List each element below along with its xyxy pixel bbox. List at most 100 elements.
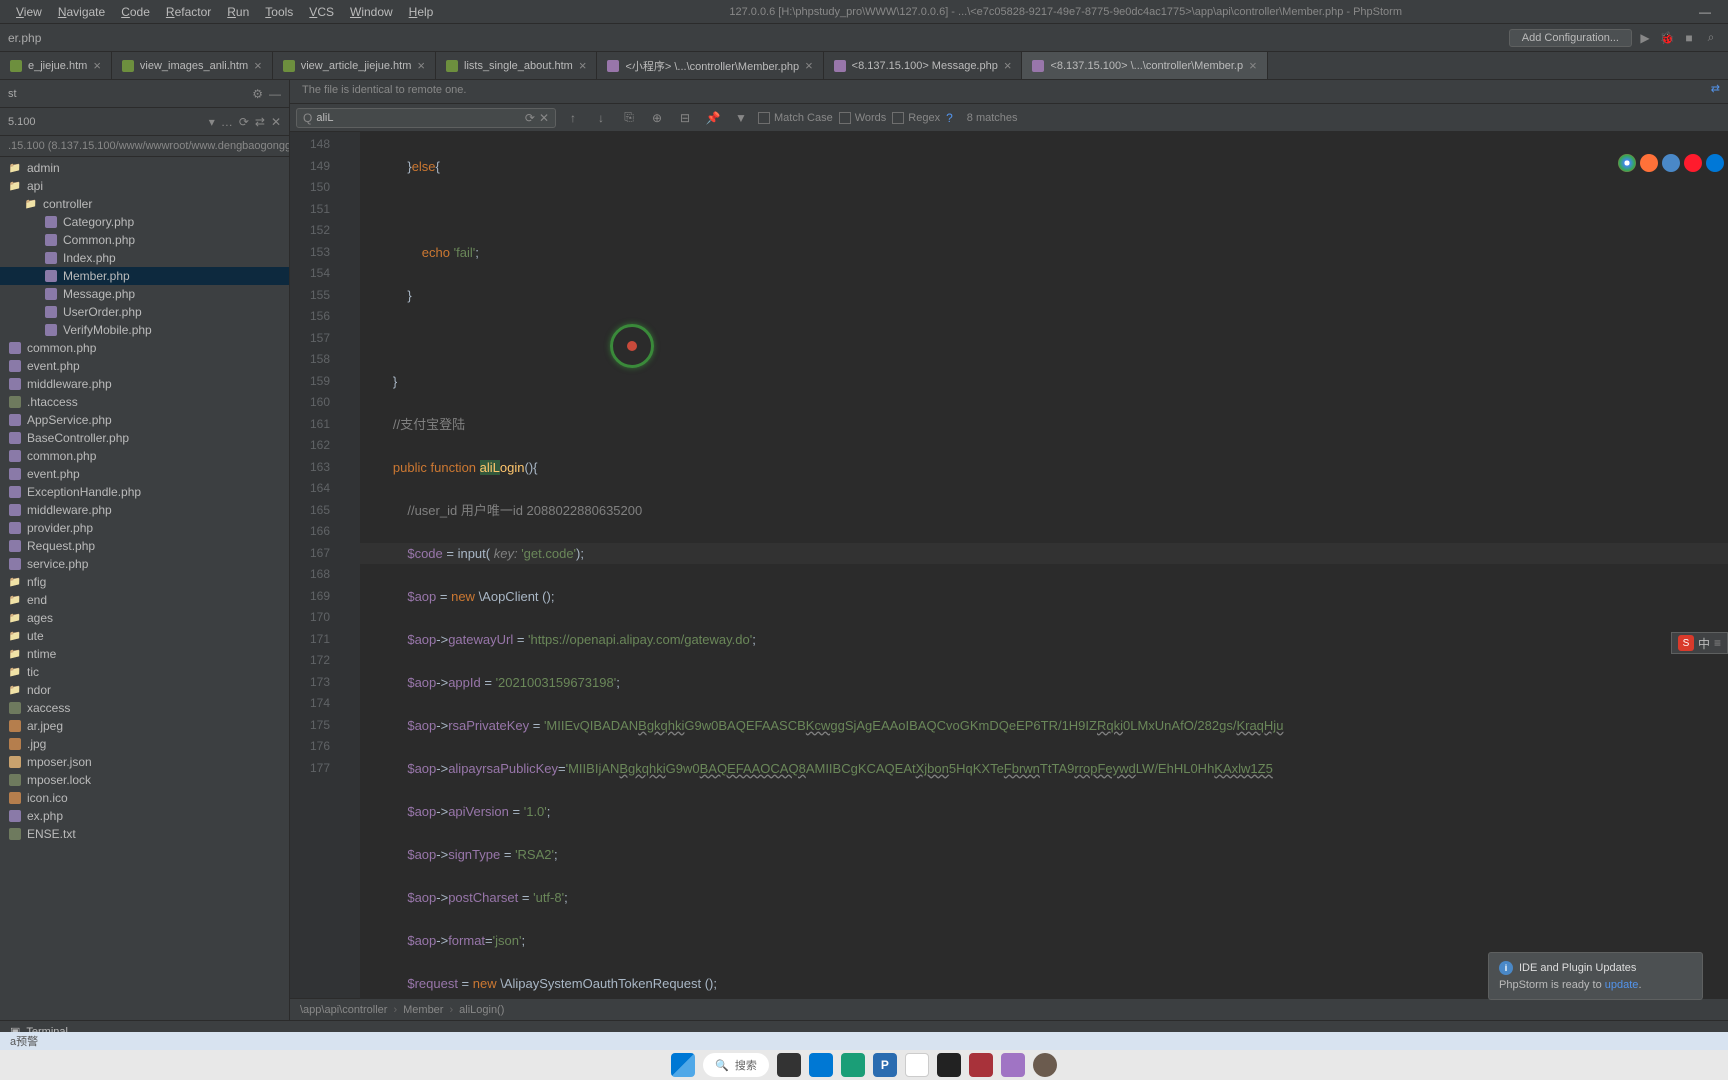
editor-tab[interactable]: e_jiejue.htm× xyxy=(0,52,112,79)
debug-icon[interactable]: 🐞 xyxy=(1658,29,1676,47)
tree-item[interactable]: api xyxy=(0,177,289,195)
app-icon[interactable] xyxy=(969,1053,993,1077)
tree-item[interactable]: ExceptionHandle.php xyxy=(0,483,289,501)
tree-item[interactable]: Member.php xyxy=(0,267,289,285)
tree-item[interactable]: middleware.php xyxy=(0,501,289,519)
next-match-icon[interactable]: ↓ xyxy=(590,111,612,125)
task-view-icon[interactable] xyxy=(777,1053,801,1077)
taskbar-search[interactable]: 🔍 搜索 xyxy=(703,1053,769,1077)
menu-item-vcs[interactable]: VCS xyxy=(301,5,342,19)
ime-menu-icon[interactable]: ≡ xyxy=(1714,636,1721,650)
chrome-taskbar-icon[interactable] xyxy=(905,1053,929,1077)
add-selection-icon[interactable]: ⊕ xyxy=(646,111,668,125)
tree-item[interactable]: tic xyxy=(0,663,289,681)
tree-item[interactable]: .htaccess xyxy=(0,393,289,411)
sidebar-gear-icon[interactable]: ⚙ xyxy=(252,87,263,101)
regex-checkbox[interactable]: Regex xyxy=(892,112,940,124)
words-checkbox[interactable]: Words xyxy=(839,112,887,124)
chrome-icon[interactable] xyxy=(1618,154,1636,172)
file-tree[interactable]: adminapicontrollerCategory.phpCommon.php… xyxy=(0,157,289,1020)
firefox-icon[interactable] xyxy=(1640,154,1658,172)
search-everywhere-icon[interactable]: ⌕ xyxy=(1702,29,1720,47)
phpstudy-icon[interactable]: P xyxy=(873,1053,897,1077)
run-icon[interactable]: ▶ xyxy=(1636,29,1654,47)
tree-item[interactable]: middleware.php xyxy=(0,375,289,393)
fold-column[interactable] xyxy=(348,132,360,998)
match-case-checkbox[interactable]: Match Case xyxy=(758,112,833,124)
menu-item-help[interactable]: Help xyxy=(401,5,442,19)
editor-tab[interactable]: <8.137.15.100> Message.php× xyxy=(824,52,1023,79)
help-icon[interactable]: ? xyxy=(946,111,953,125)
opera-icon[interactable] xyxy=(1684,154,1702,172)
tree-item[interactable]: Category.php xyxy=(0,213,289,231)
tree-item[interactable]: AppService.php xyxy=(0,411,289,429)
close-icon[interactable]: × xyxy=(93,58,101,73)
search-input[interactable] xyxy=(316,112,525,124)
tree-item[interactable]: provider.php xyxy=(0,519,289,537)
tree-item[interactable]: ages xyxy=(0,609,289,627)
koding-icon[interactable] xyxy=(841,1053,865,1077)
sidebar-close-icon[interactable]: ✕ xyxy=(271,115,281,129)
sidebar-diff-icon[interactable]: ⇄ xyxy=(255,115,265,129)
tree-item[interactable]: ENSE.txt xyxy=(0,825,289,843)
breadcrumb-item[interactable]: aliLogin() xyxy=(459,1004,504,1016)
editor-tab[interactable]: view_images_anli.htm× xyxy=(112,52,273,79)
tree-item[interactable]: ndor xyxy=(0,681,289,699)
add-configuration-button[interactable]: Add Configuration... xyxy=(1509,29,1632,47)
tree-item[interactable]: icon.ico xyxy=(0,789,289,807)
close-icon[interactable]: × xyxy=(417,58,425,73)
tree-item[interactable]: xaccess xyxy=(0,699,289,717)
sync-icon[interactable]: ⇄ xyxy=(1711,82,1720,95)
tree-item[interactable]: Index.php xyxy=(0,249,289,267)
widgets-icon[interactable] xyxy=(809,1053,833,1077)
tree-item[interactable]: mposer.json xyxy=(0,753,289,771)
menu-item-code[interactable]: Code xyxy=(113,5,158,19)
breadcrumb-item[interactable]: Member xyxy=(403,1004,443,1016)
tree-item[interactable]: mposer.lock xyxy=(0,771,289,789)
sidebar-hide-icon[interactable]: — xyxy=(269,87,281,101)
phpstorm-taskbar-icon[interactable] xyxy=(1001,1053,1025,1077)
menu-item-navigate[interactable]: Navigate xyxy=(50,5,113,19)
search-input-wrap[interactable]: Q ⟳ ✕ xyxy=(296,108,556,128)
breadcrumb-item[interactable]: \app\api\controller xyxy=(300,1004,387,1016)
tree-item[interactable]: event.php xyxy=(0,465,289,483)
pin-icon[interactable]: 📌 xyxy=(702,111,724,125)
close-icon[interactable]: × xyxy=(805,58,813,73)
search-history-icon[interactable]: ⟳ xyxy=(525,111,535,125)
close-icon[interactable]: × xyxy=(579,58,587,73)
chevron-down-icon[interactable]: ▾ xyxy=(209,115,215,129)
filter-icon[interactable]: ▼ xyxy=(730,111,752,125)
tree-item[interactable]: admin xyxy=(0,159,289,177)
menu-item-run[interactable]: Run xyxy=(219,5,257,19)
start-icon[interactable] xyxy=(671,1053,695,1077)
edge-icon[interactable] xyxy=(1706,154,1724,172)
tree-item[interactable]: VerifyMobile.php xyxy=(0,321,289,339)
avatar-icon[interactable] xyxy=(1033,1053,1057,1077)
sidebar-refresh-icon[interactable]: ⟳ xyxy=(239,115,249,129)
editor-tab[interactable]: view_article_jiejue.htm× xyxy=(273,52,436,79)
tree-item[interactable]: Request.php xyxy=(0,537,289,555)
tree-item[interactable]: ntime xyxy=(0,645,289,663)
code-lines[interactable]: }else{ echo 'fail'; } } //支付宝登陆 public f… xyxy=(360,132,1728,998)
ime-indicator[interactable]: S 中 ≡ xyxy=(1671,632,1728,654)
toggle-in-selection-icon[interactable]: ⊟ xyxy=(674,111,696,125)
stop-icon[interactable]: ■ xyxy=(1680,29,1698,47)
minimize-icon[interactable]: — xyxy=(1690,5,1720,19)
editor-tab[interactable]: <小程序> \...\controller\Member.php× xyxy=(597,52,823,79)
tree-item[interactable]: .jpg xyxy=(0,735,289,753)
update-link[interactable]: update xyxy=(1605,979,1639,991)
tree-item[interactable]: Message.php xyxy=(0,285,289,303)
tree-item[interactable]: UserOrder.php xyxy=(0,303,289,321)
tree-item[interactable]: event.php xyxy=(0,357,289,375)
tree-item[interactable]: nfig xyxy=(0,573,289,591)
tree-item[interactable]: ex.php xyxy=(0,807,289,825)
menu-item-refactor[interactable]: Refactor xyxy=(158,5,219,19)
search-clear-icon[interactable]: ✕ xyxy=(539,111,549,125)
close-icon[interactable]: × xyxy=(1004,58,1012,73)
menu-item-tools[interactable]: Tools xyxy=(257,5,301,19)
tree-item[interactable]: common.php xyxy=(0,447,289,465)
tree-item[interactable]: ute xyxy=(0,627,289,645)
tree-item[interactable]: service.php xyxy=(0,555,289,573)
browser-tab-label[interactable]: a预警 xyxy=(10,1033,38,1049)
select-all-icon[interactable]: ⎘ xyxy=(618,110,640,125)
